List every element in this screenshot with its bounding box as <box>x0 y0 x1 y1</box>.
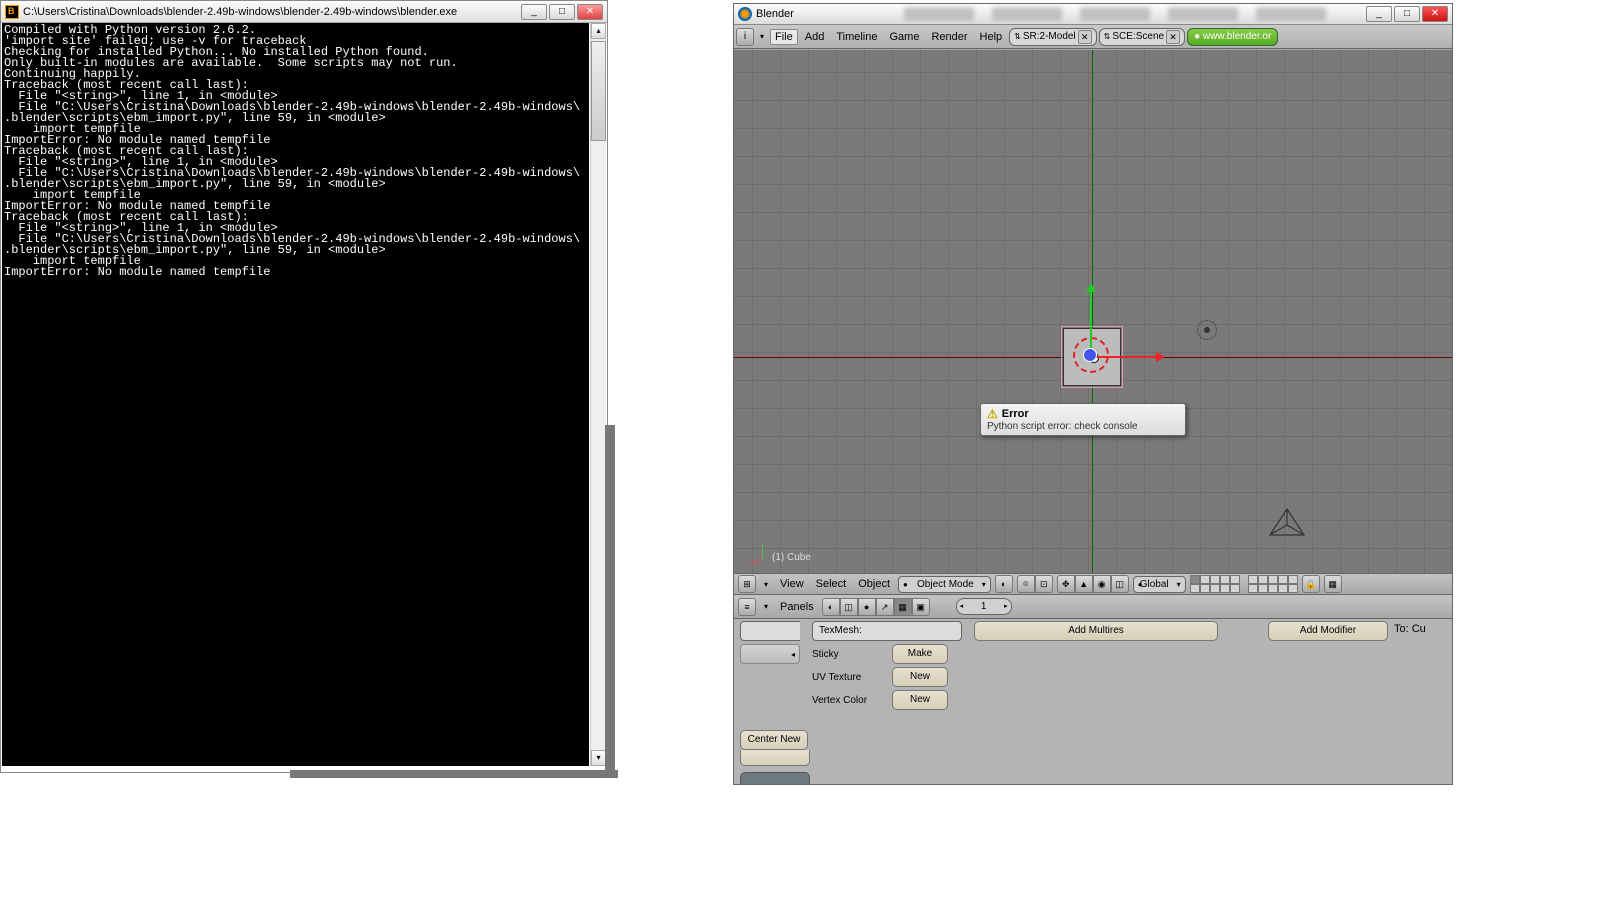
console-scrollbar[interactable]: ▴ ▾ <box>590 23 606 766</box>
pivot-icon[interactable]: ⌾ <box>1017 575 1035 593</box>
info-header: i ▾ File Add Timeline Game Render Help ⇅… <box>734 25 1452 49</box>
buttons-panels: ◂ Center New TexMesh: Sticky Make UV Tex… <box>734 619 1452 784</box>
scene-name: SCE:Scene <box>1112 31 1164 42</box>
console-app-icon <box>5 5 19 19</box>
context-editing-icon[interactable]: ▦ <box>894 598 912 616</box>
menu-add[interactable]: Add <box>800 29 830 45</box>
context-object-icon[interactable]: ↗ <box>876 598 894 616</box>
uvtex-label: UV Texture <box>812 672 886 683</box>
error-title: Error <box>987 407 1179 421</box>
url-button[interactable]: ● www.blender.or <box>1187 28 1278 46</box>
console-title-text: C:\Users\Cristina\Downloads\blender-2.49… <box>23 6 521 18</box>
maximize-button[interactable]: □ <box>549 4 575 20</box>
context-scene-icon[interactable]: ▣ <box>912 598 930 616</box>
orientation-dropdown[interactable]: Global <box>1133 576 1186 593</box>
blender-titlebar[interactable]: Blender _ □ ✕ <box>734 4 1452 25</box>
window-type-icon[interactable]: ⊞ <box>738 575 756 593</box>
vcol-new-button[interactable]: New <box>892 690 948 710</box>
url-text: www.blender.or <box>1203 31 1271 42</box>
manipulator-z-handle-icon[interactable] <box>1083 348 1097 362</box>
render-icon[interactable]: ▦ <box>1324 575 1342 593</box>
maximize-button[interactable]: □ <box>1394 6 1420 22</box>
manipulator-x-arrow-icon[interactable] <box>1090 356 1162 358</box>
window-shadow <box>605 425 615 773</box>
add-multires-button[interactable]: Add Multires <box>974 621 1218 641</box>
sticky-make-button[interactable]: Make <box>892 644 948 664</box>
vcol-label: Vertex Color <box>812 695 886 706</box>
blender-app-icon <box>738 7 752 21</box>
context-logic-icon[interactable]: ◐ <box>822 598 840 616</box>
manip-scale-icon[interactable]: ◫ <box>1111 575 1129 593</box>
panel-tab[interactable] <box>740 750 810 766</box>
console-output[interactable]: Compiled with Python version 2.6.2. 'imp… <box>2 23 589 766</box>
menu-object[interactable]: Object <box>854 578 894 590</box>
collapse-icon[interactable]: ▾ <box>760 602 772 611</box>
panel-collapse-icon[interactable]: ◂ <box>740 644 800 664</box>
menu-select[interactable]: Select <box>812 578 851 590</box>
add-modifier-button[interactable]: Add Modifier <box>1268 621 1388 641</box>
menu-render[interactable]: Render <box>926 29 972 45</box>
panels-label: Panels <box>776 601 818 613</box>
minimize-button[interactable]: _ <box>1366 6 1392 22</box>
manip-toggle-icon[interactable]: ✥ <box>1057 575 1075 593</box>
uvtex-new-button[interactable]: New <box>892 667 948 687</box>
menu-file[interactable]: File <box>770 29 798 45</box>
clear-icon[interactable]: ✕ <box>1078 30 1092 44</box>
console-window: C:\Users\Cristina\Downloads\blender-2.49… <box>0 0 608 773</box>
console-titlebar[interactable]: C:\Users\Cristina\Downloads\blender-2.49… <box>1 1 607 23</box>
y-axis-line <box>1092 50 1093 573</box>
blender-title-text: Blender <box>756 8 904 20</box>
panel-field[interactable] <box>740 621 800 641</box>
error-message: Python script error: check console <box>987 421 1179 432</box>
window-type-icon[interactable]: ≡ <box>738 598 756 616</box>
window-shadow <box>290 770 618 778</box>
mode-dropdown[interactable]: Object Mode <box>898 576 991 593</box>
3d-viewport[interactable]: (1) Cube Error Python script error: chec… <box>734 50 1452 573</box>
error-tooltip: Error Python script error: check console <box>980 403 1186 436</box>
texmesh-field[interactable]: TexMesh: <box>812 621 962 641</box>
screen-selector[interactable]: ⇅SR:2-Model✕ <box>1009 28 1097 46</box>
close-button[interactable]: ✕ <box>1422 6 1448 22</box>
context-shading-icon[interactable]: ● <box>858 598 876 616</box>
3dview-header: ⊞ ▾ View Select Object Object Mode ◐ ⌾ ⊡… <box>734 573 1452 595</box>
frame-field[interactable]: 1 <box>956 598 1012 615</box>
shading-icon[interactable]: ◐ <box>995 575 1013 593</box>
layer-buttons[interactable] <box>1190 575 1298 593</box>
scroll-thumb[interactable] <box>591 41 606 141</box>
manip-translate-icon[interactable]: ▲ <box>1075 575 1093 593</box>
scroll-up-icon[interactable]: ▴ <box>591 23 606 39</box>
center-new-button[interactable]: Center New <box>740 730 808 750</box>
blender-window: Blender _ □ ✕ i ▾ File Add Timeline Game… <box>733 3 1453 785</box>
clear-icon[interactable]: ✕ <box>1166 30 1180 44</box>
menu-game[interactable]: Game <box>884 29 924 45</box>
scene-selector[interactable]: ⇅SCE:Scene✕ <box>1099 28 1185 46</box>
screen-name: SR:2-Model <box>1023 31 1076 42</box>
menu-timeline[interactable]: Timeline <box>831 29 882 45</box>
pivot-median-icon[interactable]: ⊡ <box>1035 575 1053 593</box>
window-type-icon[interactable]: i <box>736 28 754 46</box>
collapse-icon[interactable]: ▾ <box>760 580 772 589</box>
scroll-down-icon[interactable]: ▾ <box>591 750 606 766</box>
close-button[interactable]: ✕ <box>577 4 603 20</box>
minimize-button[interactable]: _ <box>521 4 547 20</box>
lamp-object-icon[interactable] <box>1197 320 1217 340</box>
menu-help[interactable]: Help <box>975 29 1008 45</box>
panel-tab[interactable] <box>740 772 810 784</box>
context-script-icon[interactable]: ◫ <box>840 598 858 616</box>
manip-rotate-icon[interactable]: ◉ <box>1093 575 1111 593</box>
modifier-to-label: To: Cu <box>1394 621 1426 782</box>
camera-object-icon[interactable] <box>1266 505 1308 543</box>
menu-view[interactable]: View <box>776 578 808 590</box>
sticky-label: Sticky <box>812 649 886 660</box>
viewport-grid <box>734 50 1452 573</box>
buttons-header: ≡ ▾ Panels ◐ ◫ ● ↗ ▦ ▣ 1 <box>734 595 1452 619</box>
active-object-label: (1) Cube <box>772 552 811 563</box>
collapse-icon[interactable]: ▾ <box>756 32 768 41</box>
lock-icon[interactable]: 🔒 <box>1302 575 1320 593</box>
